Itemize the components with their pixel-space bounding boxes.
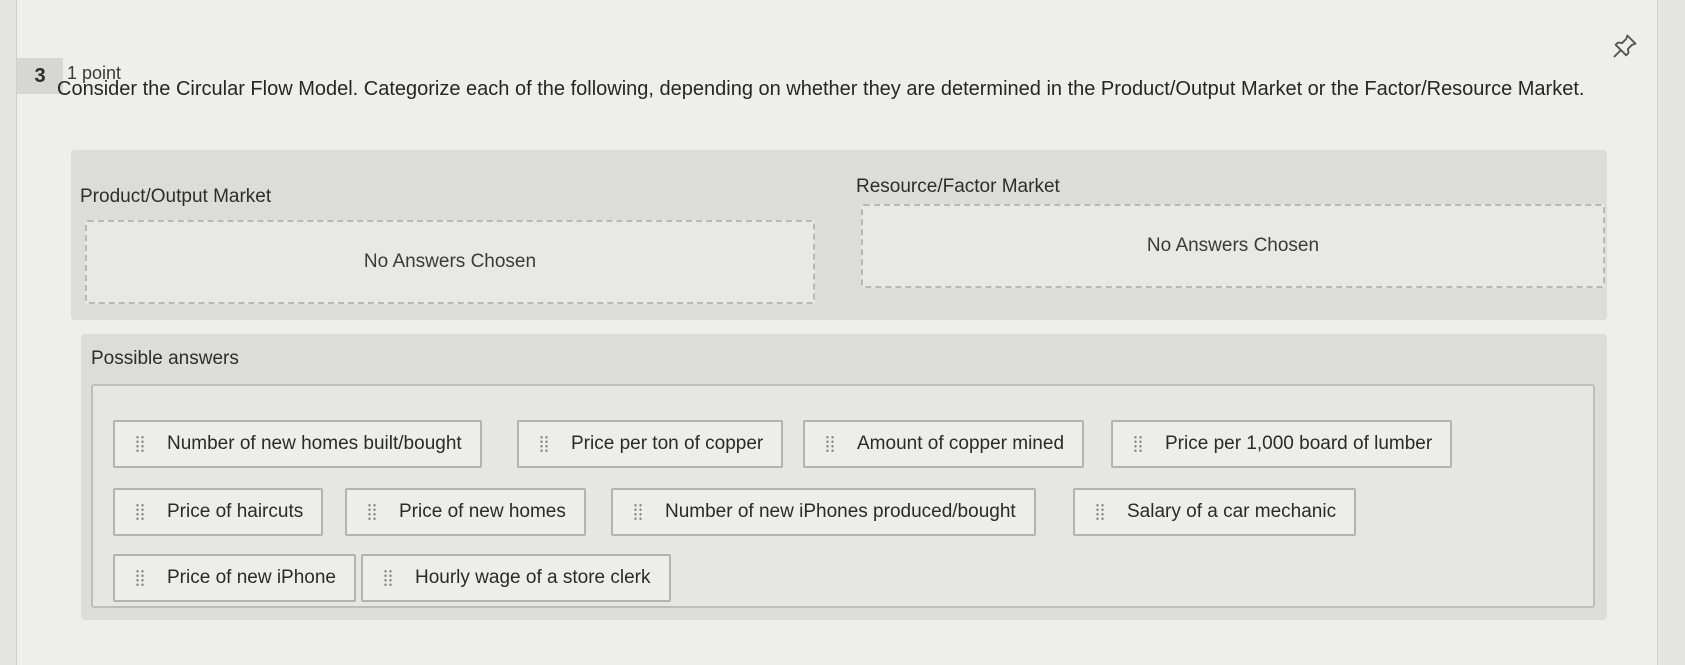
answer-label: Number of new homes built/bought	[167, 433, 462, 454]
possible-answers-area: Possible answers Number of new homes bui…	[81, 334, 1607, 620]
drag-handle-icon	[135, 435, 145, 453]
drag-handle-icon	[825, 435, 835, 453]
answer-label: Price per 1,000 board of lumber	[1165, 433, 1433, 454]
category-resource-market: Resource/Factor Market No Answers Chosen	[847, 150, 1607, 320]
possible-answers-title: Possible answers	[91, 348, 239, 369]
answer-chip[interactable]: Price of new iPhone	[113, 554, 356, 602]
drag-handle-icon	[633, 503, 643, 521]
question-prompt: Consider the Circular Flow Model. Catego…	[57, 78, 1585, 100]
answer-label: Hourly wage of a store clerk	[415, 567, 651, 588]
answer-label: Number of new iPhones produced/bought	[665, 501, 1016, 522]
answer-chip[interactable]: Number of new homes built/bought	[113, 420, 482, 468]
answer-label: Amount of copper mined	[857, 433, 1065, 454]
drag-handle-icon	[367, 503, 377, 521]
answer-chip[interactable]: Hourly wage of a store clerk	[361, 554, 671, 602]
answer-chip[interactable]: Number of new iPhones produced/bought	[611, 488, 1036, 536]
possible-answers-list: Number of new homes built/bought Price p…	[91, 384, 1595, 608]
answer-chip[interactable]: Price of haircuts	[113, 488, 324, 536]
answer-label: Price of new iPhone	[167, 567, 336, 588]
category-product-market: Product/Output Market No Answers Chosen	[71, 150, 831, 320]
drag-handle-icon	[135, 503, 145, 521]
answer-label: Price of new homes	[399, 501, 566, 522]
answer-label: Price of haircuts	[167, 501, 304, 522]
drag-handle-icon	[539, 435, 549, 453]
pin-icon[interactable]	[1611, 32, 1639, 60]
answer-chip[interactable]: Price per 1,000 board of lumber	[1111, 420, 1453, 468]
category-title: Resource/Factor Market	[856, 176, 1060, 197]
answer-chip[interactable]: Salary of a car mechanic	[1073, 488, 1357, 536]
drag-handle-icon	[1095, 503, 1105, 521]
answer-label: Price per ton of copper	[571, 433, 764, 454]
drag-handle-icon	[383, 569, 393, 587]
drag-handle-icon	[1133, 435, 1143, 453]
answer-chip[interactable]: Amount of copper mined	[803, 420, 1085, 468]
question-page: 3 1 point Consider the Circular Flow Mod…	[16, 0, 1658, 665]
categories-area: Product/Output Market No Answers Chosen …	[71, 150, 1607, 320]
category-title: Product/Output Market	[80, 186, 272, 207]
answer-chip[interactable]: Price per ton of copper	[517, 420, 784, 468]
drop-zone-resource-market[interactable]: No Answers Chosen	[861, 204, 1605, 288]
drag-handle-icon	[135, 569, 145, 587]
answer-label: Salary of a car mechanic	[1127, 501, 1337, 522]
answer-chip[interactable]: Price of new homes	[345, 488, 586, 536]
drop-zone-product-market[interactable]: No Answers Chosen	[85, 220, 815, 304]
